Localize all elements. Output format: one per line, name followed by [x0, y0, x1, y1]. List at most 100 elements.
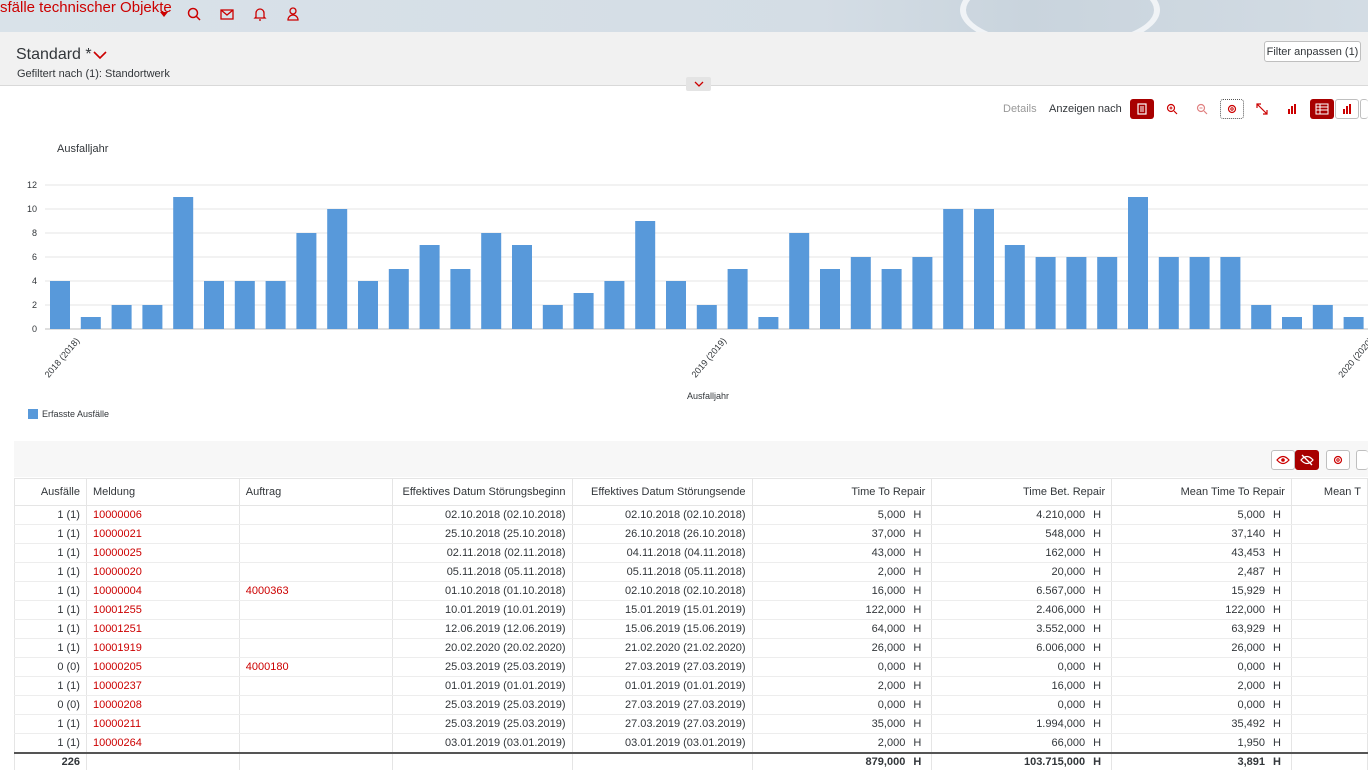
column-header-mean-t[interactable]: Mean T [1290, 478, 1368, 506]
export-button[interactable] [1356, 450, 1368, 470]
table-only-view-button[interactable] [1360, 99, 1368, 119]
cell-stoerungsende-value: 21.02.2020 (21.02.2020) [625, 642, 746, 654]
table-settings-button[interactable] [1326, 450, 1350, 470]
bar [419, 245, 440, 329]
table-row[interactable]: 1 (1) 10000264 03.01.2019 (03.01.2019) 03.0… [14, 733, 1368, 753]
unit-label: H [1272, 736, 1281, 749]
cell-meldung-link[interactable]: 10001919 [85, 638, 240, 658]
fullscreen-button[interactable] [1250, 99, 1274, 119]
cell-ausfaelle-value: 1 (1) [57, 566, 80, 578]
cell-ausfaelle: 0 (0) [14, 657, 87, 677]
cell-meldung-link[interactable]: 10000021 [85, 524, 240, 544]
table-row[interactable]: 0 (0) 10000205 4000180 25.03.2019 (25.03.20… [14, 657, 1368, 677]
search-icon[interactable] [186, 6, 202, 22]
bell-icon[interactable] [252, 6, 268, 22]
column-header-time-to-repair[interactable]: Time To Repair [751, 478, 933, 506]
legend-label: Erfasste Ausfälle [42, 409, 110, 419]
unit-label: H [1093, 642, 1102, 654]
unit-label: H [1272, 585, 1281, 597]
user-icon[interactable] [285, 6, 301, 22]
hide-details-button[interactable] [1295, 450, 1319, 470]
chevron-down-icon[interactable] [159, 9, 169, 19]
zoom-in-icon [1166, 103, 1178, 115]
cell-meldung-link[interactable]: 10000237 [85, 676, 240, 696]
cell-meldung-link[interactable]: 10001251 [85, 619, 240, 639]
cell-mean-time-to-repair: 26,000 H [1111, 638, 1292, 658]
table-row[interactable]: 1 (1) 10000006 02.10.2018 (02.10.2018) 02.1… [14, 505, 1368, 525]
cell-auftrag-link[interactable]: 4000363 [238, 581, 393, 601]
legend-toggle-button[interactable] [1130, 99, 1154, 119]
cell-mean-time-to-repair: 15,929 H [1111, 581, 1292, 601]
cell-stoerungsbeginn: 10.01.2019 (10.01.2019) [391, 600, 573, 620]
cell-ausfaelle-value: 1 (1) [57, 547, 80, 559]
column-header-meldung[interactable]: Meldung [85, 478, 240, 506]
table-row[interactable]: 1 (1) 10000004 4000363 01.10.2018 (01.10.20… [14, 581, 1368, 601]
total-empty-cell [1290, 751, 1368, 770]
table-toolbar [14, 441, 1368, 477]
chart-legend[interactable]: Erfasste Ausfälle [28, 409, 109, 419]
table-row[interactable]: 1 (1) 10000020 05.11.2018 (05.11.2018) 05.1… [14, 562, 1368, 582]
cell-meldung-link[interactable]: 10000025 [85, 543, 240, 563]
mail-icon[interactable] [219, 6, 235, 22]
collapse-header-button[interactable] [686, 77, 711, 91]
cell-meldung-link[interactable]: 10000208 [85, 695, 240, 715]
column-header-auftrag[interactable]: Auftrag [238, 478, 393, 506]
variant-title[interactable]: Standard * [16, 46, 92, 64]
cell-stoerungsende: 26.10.2018 (26.10.2018) [571, 524, 753, 544]
table-row[interactable]: 1 (1) 10001251 12.06.2019 (12.06.2019) 15.0… [14, 619, 1368, 639]
cell-meldung-link[interactable]: 10001255 [85, 600, 240, 620]
table-row[interactable]: 0 (0) 10000208 25.03.2019 (25.03.2019) 27.0… [14, 695, 1368, 715]
gear-icon [1227, 104, 1237, 114]
cell-time-bet-repair-value: 1.994,000 [1036, 718, 1086, 730]
cell-auftrag-link[interactable]: 4000180 [238, 657, 393, 677]
chart-settings-button[interactable] [1220, 99, 1244, 119]
chart-only-view-button[interactable] [1335, 99, 1359, 119]
cell-meldung-link[interactable]: 10000205 [85, 657, 240, 677]
column-header-ausfaelle[interactable]: Ausfälle [14, 478, 87, 506]
chart-type-button[interactable] [1280, 99, 1304, 119]
cell-meldung-link-value: 10000264 [92, 736, 142, 749]
unit-label: H [1272, 680, 1281, 692]
filtered-by-text: Gefiltert nach (1): Standortwerk [17, 68, 170, 80]
column-header-time-bet-repair[interactable]: Time Bet. Repair [931, 478, 1113, 506]
column-header-stoerungsbeginn[interactable]: Effektives Datum Störungsbeginn [391, 478, 573, 506]
cell-meldung-link[interactable]: 10000264 [85, 733, 240, 753]
cell-ausfaelle: 1 (1) [14, 619, 87, 639]
y-tick-label: 2 [32, 300, 37, 310]
cell-time-bet-repair: 162,000 H [931, 543, 1113, 563]
table-row[interactable]: 1 (1) 10000237 01.01.2019 (01.01.2019) 01.0… [14, 676, 1368, 696]
table-row[interactable]: 1 (1) 10000021 25.10.2018 (25.10.2018) 26.1… [14, 524, 1368, 544]
cell-time-to-repair-value: 0,000 [877, 699, 906, 711]
cell-meldung-link[interactable]: 10000006 [85, 505, 240, 525]
cell-time-bet-repair: 6.006,000 H [931, 638, 1113, 658]
show-by-button[interactable]: Anzeigen nach [1049, 103, 1122, 115]
details-button[interactable]: Details [1003, 103, 1037, 115]
show-details-button[interactable] [1271, 450, 1295, 470]
cell-meldung-link[interactable]: 10000211 [85, 714, 240, 734]
column-header-stoerungsende[interactable]: Effektives Datum Störungsende [571, 478, 753, 506]
bar [881, 269, 902, 329]
zoom-out-button[interactable] [1190, 99, 1214, 119]
bar [604, 281, 625, 329]
chart-table-view-button[interactable] [1310, 99, 1334, 119]
column-header-mean-time-to-repair[interactable]: Mean Time To Repair [1111, 478, 1292, 506]
cell-stoerungsende-value: 27.03.2019 (27.03.2019) [625, 718, 746, 730]
table-row[interactable]: 1 (1) 10000211 25.03.2019 (25.03.2019) 27.0… [14, 714, 1368, 734]
cell-auftrag-link [238, 562, 393, 582]
total-empty-cell [238, 751, 393, 770]
adapt-filters-button[interactable]: Filter anpassen (1) [1264, 41, 1361, 62]
cell-time-to-repair: 2,000 H [751, 733, 933, 753]
table-row[interactable]: 1 (1) 10000025 02.11.2018 (02.11.2018) 04.1… [14, 543, 1368, 563]
table-row[interactable]: 1 (1) 10001919 20.02.2020 (20.02.2020) 21.0… [14, 638, 1368, 658]
cell-meldung-link[interactable]: 10000004 [85, 581, 240, 601]
cell-time-to-repair-value: 64,000 [871, 623, 906, 635]
chevron-down-icon[interactable] [93, 50, 107, 60]
zoom-in-button[interactable] [1160, 99, 1184, 119]
cell-mean-time-to-repair: 35,492 H [1111, 714, 1292, 734]
app-title[interactable]: sfälle technischer Objekte [0, 0, 172, 16]
cell-time-bet-repair-value: 4.210,000 [1036, 509, 1086, 521]
cell-meldung-link[interactable]: 10000020 [85, 562, 240, 582]
bar [1312, 305, 1333, 329]
table-row[interactable]: 1 (1) 10001255 10.01.2019 (10.01.2019) 15.0… [14, 600, 1368, 620]
cell-auftrag-link [238, 638, 393, 658]
